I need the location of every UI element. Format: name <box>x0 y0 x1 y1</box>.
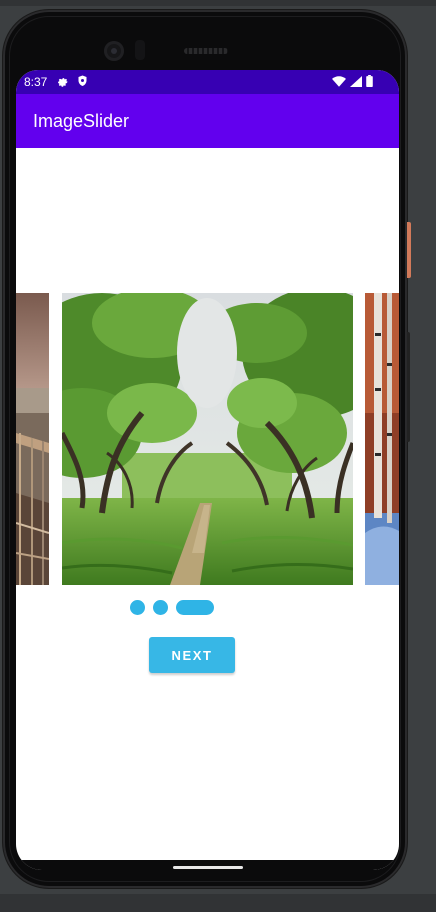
status-right-icons <box>332 75 373 87</box>
indicator-dot-active[interactable] <box>176 600 214 615</box>
phone-frame: 8:37 ImageSlider NEXT <box>3 10 407 888</box>
birch-snow-image <box>365 293 399 585</box>
home-gesture-handle[interactable] <box>173 866 243 869</box>
slide-current[interactable] <box>62 293 353 585</box>
app-bar: ImageSlider <box>16 94 399 148</box>
ide-top-strip <box>0 0 436 6</box>
wifi-icon <box>332 75 346 87</box>
ide-bottom-strip <box>0 894 436 912</box>
device-screen: 8:37 ImageSlider NEXT <box>16 70 399 870</box>
proximity-sensor <box>135 40 145 60</box>
settings-gear-icon <box>58 78 68 87</box>
signal-icon <box>350 75 362 87</box>
front-camera <box>104 41 124 61</box>
tree-path-image <box>62 293 353 585</box>
volume-button[interactable] <box>407 332 410 442</box>
indicator-dot-1[interactable] <box>130 600 145 615</box>
power-button[interactable] <box>407 222 411 278</box>
battery-icon <box>366 75 373 87</box>
page-indicator <box>130 600 214 615</box>
app-title: ImageSlider <box>33 111 130 131</box>
slide-previous[interactable] <box>16 293 49 585</box>
slide-next[interactable] <box>365 293 399 585</box>
shield-icon <box>78 75 87 86</box>
next-button[interactable]: NEXT <box>149 637 235 673</box>
status-left-icons <box>57 75 88 87</box>
status-time: 8:37 <box>24 75 48 89</box>
boardwalk-image <box>16 293 49 585</box>
status-bar: 8:37 <box>16 70 399 94</box>
earpiece-speaker <box>184 48 228 54</box>
indicator-dot-2[interactable] <box>153 600 168 615</box>
